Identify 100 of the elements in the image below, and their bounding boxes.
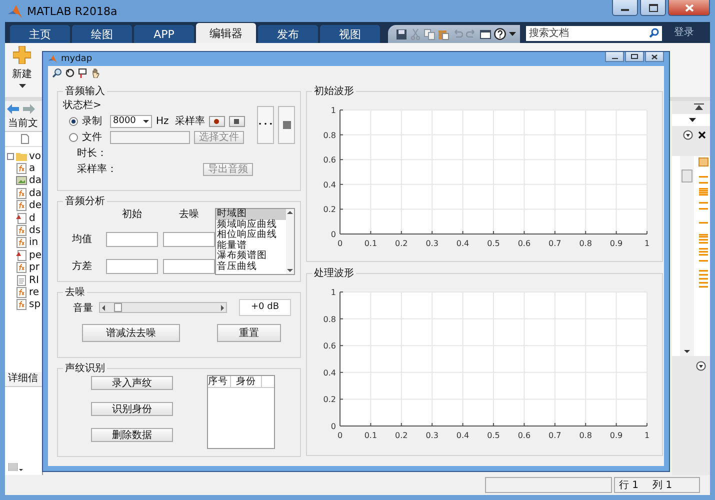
function-file-icon	[16, 262, 27, 274]
ribbon-tab[interactable]: 主页	[10, 25, 70, 43]
expand-icon[interactable]	[7, 152, 14, 160]
plot-type-list[interactable]: 时域图 频域响应曲线 相位响应曲线 能量谱 瀑布频谱图 音压曲线	[215, 208, 295, 275]
stop-button[interactable]	[278, 106, 295, 144]
file-name[interactable]: in	[29, 237, 38, 248]
folder-icon	[16, 151, 27, 162]
tick-label: 0	[337, 431, 343, 440]
window-icon[interactable]	[480, 28, 491, 40]
file-name[interactable]: de	[29, 200, 42, 212]
dropdown-circle-icon[interactable]	[696, 361, 706, 371]
stop-button[interactable]	[228, 116, 245, 126]
tick-label: 0.4	[456, 239, 470, 248]
ribbon-tab[interactable]: 编辑器	[196, 23, 256, 43]
action-button[interactable]: 重置	[217, 324, 281, 342]
gain-field[interactable]: +0 dB	[239, 299, 291, 316]
column-header: 去噪	[178, 210, 200, 220]
list-item[interactable]: 能量谱	[216, 240, 286, 252]
file-name[interactable]: re	[29, 286, 40, 298]
file-name[interactable]: ds	[29, 225, 41, 236]
tick-label: 0.2	[323, 205, 336, 214]
action-button[interactable]: 录入声纹	[91, 376, 173, 390]
scrollbar[interactable]	[286, 209, 294, 274]
matlab-logo-icon	[8, 4, 22, 18]
column-number: 列 1	[652, 479, 672, 492]
minimize-button[interactable]	[605, 52, 624, 62]
file-name[interactable]: pr	[29, 262, 40, 274]
record-button[interactable]	[208, 116, 225, 126]
data-cursor-icon[interactable]	[78, 68, 88, 78]
minimize-button[interactable]	[612, 0, 638, 16]
file-name[interactable]: a	[29, 163, 36, 174]
dropdown-field[interactable]	[672, 114, 710, 126]
table-header: 序号	[208, 376, 231, 387]
paste-icon[interactable]	[438, 28, 449, 40]
close-icon	[651, 54, 658, 60]
ribbon-tab[interactable]: 视图	[320, 25, 380, 43]
ribbon-tab[interactable]: APP	[134, 25, 194, 43]
panel-title: 处理波形	[313, 266, 355, 280]
tick-label: 0.7	[548, 239, 562, 248]
rotate-icon[interactable]	[65, 68, 75, 78]
copy-icon[interactable]	[424, 28, 435, 40]
list-item[interactable]: 频域响应曲线	[216, 220, 286, 230]
panel-title: 去噪	[64, 286, 86, 299]
search-field[interactable]: 搜索文档	[526, 26, 662, 41]
tick-label: 0.8	[579, 431, 592, 440]
volume-slider[interactable]	[99, 302, 227, 313]
back-arrow-icon[interactable]	[7, 104, 19, 114]
file-name[interactable]: da	[29, 188, 42, 199]
file-name[interactable]: vo	[29, 150, 42, 162]
action-button[interactable]: 识别身份	[91, 402, 173, 416]
ribbon-tab[interactable]: 绘图	[72, 25, 132, 43]
value-field[interactable]	[106, 258, 158, 274]
caret-icon[interactable]	[509, 32, 516, 36]
close-button[interactable]	[645, 52, 664, 62]
radio-button[interactable]	[69, 132, 78, 142]
list-item[interactable]: 相位响应曲线	[216, 230, 286, 241]
pan-hand-icon[interactable]	[91, 68, 101, 78]
maximize-button[interactable]	[640, 0, 666, 16]
slider-thumb[interactable]	[114, 303, 122, 312]
panel-title: 详细信	[5, 372, 42, 387]
file-name[interactable]: RI	[29, 274, 39, 286]
sample-rate-label: 采样率：	[77, 162, 117, 176]
action-button[interactable]: 谱减法去噪	[82, 324, 180, 342]
file-name[interactable]: sp	[29, 299, 41, 310]
radio-button[interactable]	[69, 116, 78, 126]
action-button[interactable]: 删除数据	[91, 428, 173, 442]
collapse-icon[interactable]	[694, 103, 704, 111]
tick-label: 1	[330, 106, 336, 115]
window-title: mydap	[61, 54, 92, 64]
grip-icon[interactable]	[8, 462, 24, 472]
login-link[interactable]: 登录	[674, 25, 694, 39]
list-item[interactable]: 瀑布频谱图	[216, 251, 286, 262]
file-name[interactable]: pe	[29, 250, 42, 261]
save-icon[interactable]	[396, 28, 407, 40]
close-button[interactable]	[668, 0, 710, 16]
table-header: 身份	[231, 376, 262, 387]
maximize-button[interactable]	[625, 52, 644, 62]
radio-label: 文件	[82, 130, 103, 144]
panel-title: 音频分析	[64, 194, 106, 208]
close-icon[interactable]	[698, 131, 706, 139]
file-path-field[interactable]	[110, 130, 190, 144]
file-name[interactable]: d	[29, 212, 36, 224]
tick-label: 0.2	[395, 239, 408, 248]
zoom-icon[interactable]	[52, 68, 62, 78]
close-icon	[684, 4, 694, 12]
dropdown-circle-icon[interactable]	[683, 130, 693, 140]
value-field[interactable]	[163, 232, 215, 246]
list-item[interactable]: 音压曲线	[216, 262, 286, 273]
file-name[interactable]: da	[29, 175, 42, 186]
list-item[interactable]: 时域图	[216, 209, 286, 220]
file-icon	[21, 134, 29, 144]
new-button[interactable]: 新建	[7, 46, 37, 88]
value-field[interactable]	[106, 232, 158, 246]
sample-rate-dropdown[interactable]: 8000	[110, 114, 152, 128]
tick-label: 0.4	[323, 368, 336, 378]
matlab-logo-icon	[48, 55, 57, 63]
help-icon[interactable]	[494, 28, 506, 40]
value-field[interactable]	[163, 258, 215, 274]
ribbon-tab[interactable]: 发布	[258, 25, 318, 43]
field-label: 采样率	[174, 114, 205, 128]
